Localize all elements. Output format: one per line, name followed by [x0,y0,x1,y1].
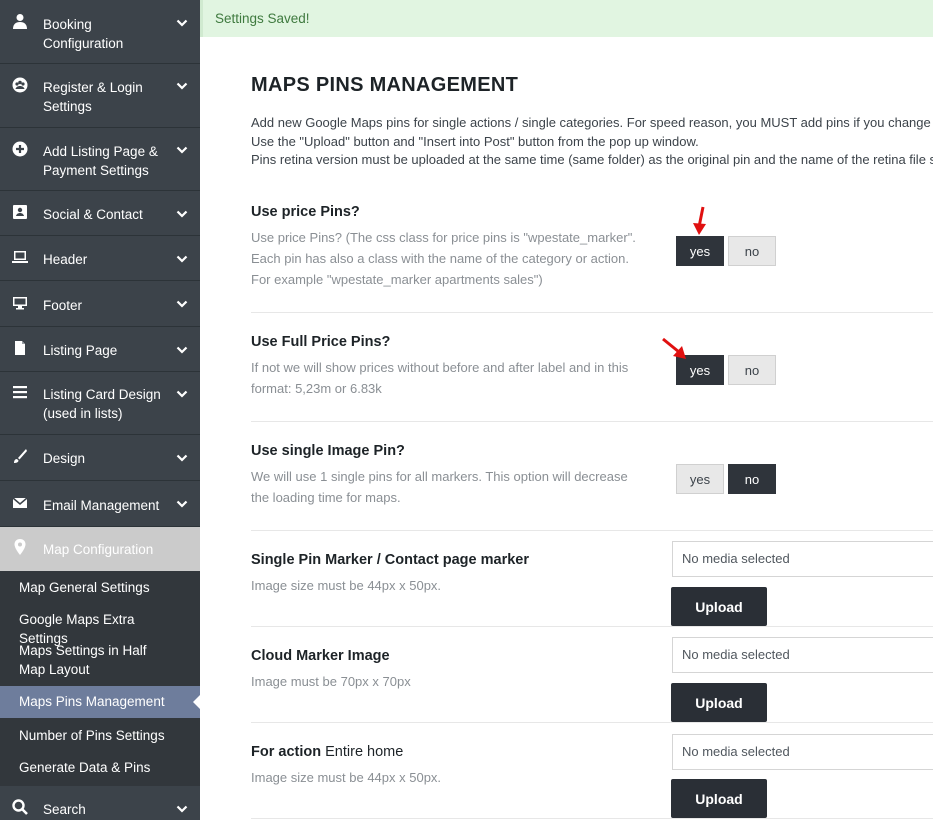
search-icon [12,799,28,815]
no-option[interactable]: no [728,464,776,494]
intro-line: Add new Google Maps pins for single acti… [251,115,933,130]
page-icon [12,340,28,356]
full-price-pins-toggle: yes no [676,355,776,385]
nav-item-email-management[interactable]: Email Management [0,481,200,527]
nav-item-label: Listing Card Design (used in lists) [43,387,161,421]
intro-line: Use the "Upload" button and "Insert into… [251,133,699,149]
divider [251,818,933,819]
setting-description: Image size must be 44px x 50px. [251,578,442,593]
divider [251,722,933,723]
contact-card-icon [12,204,28,220]
cloud-marker-media-field[interactable]: No media selected [672,637,933,673]
nav-item-design[interactable]: Design [0,435,200,481]
users-icon [12,77,28,93]
nav-item-map-configuration[interactable]: Map Configuration [0,527,200,571]
setting-description: We will use 1 single pins for all marker… [251,469,628,505]
nav-item-footer[interactable]: Footer [0,281,200,327]
setting-description: If not we will show prices without befor… [251,360,629,396]
setting-title-bold: For action [251,744,322,760]
map-pin-icon [12,539,28,555]
nav-item-label: Email Management [43,498,160,513]
entire-home-upload-button[interactable]: Upload [671,779,767,818]
nav-item-label: Listing Page [43,343,118,358]
setting-price-pins: Use price Pins? Use price Pins? (The css… [251,204,933,290]
map-configuration-submenu: Map General Settings Google Maps Extra S… [0,571,200,786]
entire-home-media-field[interactable]: No media selected [672,734,933,770]
submenu-item-google-maps-extra[interactable]: Google Maps Extra Settings [0,603,200,646]
chevron-down-icon [176,146,188,154]
chevron-down-icon [176,82,188,90]
setting-title: Use price Pins? [251,204,360,220]
plus-circle-icon [12,141,28,157]
envelope-icon [12,495,28,511]
settings-saved-notice: Settings Saved! [200,0,933,37]
nav-item-booking-configuration[interactable]: Booking Configuration [0,0,200,64]
nav-item-label: Map Configuration [43,542,154,557]
setting-title: Use single Image Pin? [251,443,405,459]
single-pin-marker-upload-button[interactable]: Upload [671,587,767,626]
yes-option[interactable]: yes [676,236,724,266]
chevron-down-icon [176,19,188,27]
setting-title: Use Full Price Pins? [251,334,391,350]
brush-icon [12,448,28,464]
divider [251,312,933,313]
nav-item-label: Search [43,802,86,817]
chevron-down-icon [176,255,188,263]
cloud-marker-upload-button[interactable]: Upload [671,683,767,722]
yes-option[interactable]: yes [676,464,724,494]
submenu-item-maps-pins-management[interactable]: Maps Pins Management [0,686,200,718]
page-title: MAPS PINS MANAGEMENT [251,74,519,96]
nav-item-search[interactable]: Search [0,786,200,820]
chevron-down-icon [176,390,188,398]
setting-title-rest: Entire home [325,744,404,760]
red-arrow-icon [662,337,686,359]
setting-description: Image size must be 44px x 50px. [251,770,442,785]
nav-item-header[interactable]: Header [0,236,200,281]
chevron-down-icon [176,454,188,462]
nav-item-label: Design [43,451,86,466]
setting-full-price-pins: Use Full Price Pins? If not we will show… [251,334,933,399]
nav-item-label: Booking Configuration [43,17,124,51]
chevron-down-icon [176,210,188,218]
nav-item-label: Social & Contact [43,207,143,222]
nav-item-label: Footer [43,298,83,313]
nav-item-label: Register & Login Settings [43,80,143,114]
submenu-item-map-general-settings[interactable]: Map General Settings [0,571,200,603]
intro-line: Pins retina version must be uploaded at … [251,152,933,167]
list-icon [12,384,28,400]
chevron-down-icon [176,346,188,354]
nav-item-social-contact[interactable]: Social & Contact [0,191,200,236]
nav-item-label: Header [43,252,88,267]
divider [251,626,933,627]
nav-item-register-login[interactable]: Register & Login Settings [0,64,200,128]
price-pins-toggle: yes no [676,236,776,266]
divider [251,530,933,531]
no-option[interactable]: no [728,355,776,385]
submenu-item-half-map-layout[interactable]: Maps Settings in Half Map Layout [0,635,190,686]
nav-item-add-listing[interactable]: Add Listing Page & Payment Settings [0,128,200,191]
chevron-down-icon [176,300,188,308]
nav-item-label: Add Listing Page & Payment Settings [43,144,158,178]
single-pin-marker-media-field[interactable]: No media selected [672,541,933,577]
chevron-down-icon [176,805,188,813]
setting-single-image-pin: Use single Image Pin? We will use 1 sing… [251,443,933,508]
monitor-icon [12,295,28,311]
no-option[interactable]: no [728,236,776,266]
red-arrow-icon [693,206,706,235]
chevron-down-icon [176,500,188,508]
nav-item-listing-page[interactable]: Listing Page [0,327,200,372]
intro-text: Add new Google Maps pins for single acti… [251,114,933,170]
divider [251,421,933,422]
laptop-icon [12,249,28,265]
submenu-item-number-of-pins[interactable]: Number of Pins Settings [0,718,200,750]
user-icon [12,13,28,29]
settings-main: Settings Saved! MAPS PINS MANAGEMENT Add… [200,0,933,820]
submenu-item-generate-data-pins[interactable]: Generate Data & Pins [0,750,200,786]
single-image-pin-toggle: yes no [676,464,776,494]
admin-sidebar: Booking Configuration Register & Login S… [0,0,200,820]
setting-description: Use price Pins? (The css class for price… [251,230,636,287]
setting-description: Image must be 70px x 70px [251,674,411,689]
nav-item-listing-card-design[interactable]: Listing Card Design (used in lists) [0,372,200,435]
